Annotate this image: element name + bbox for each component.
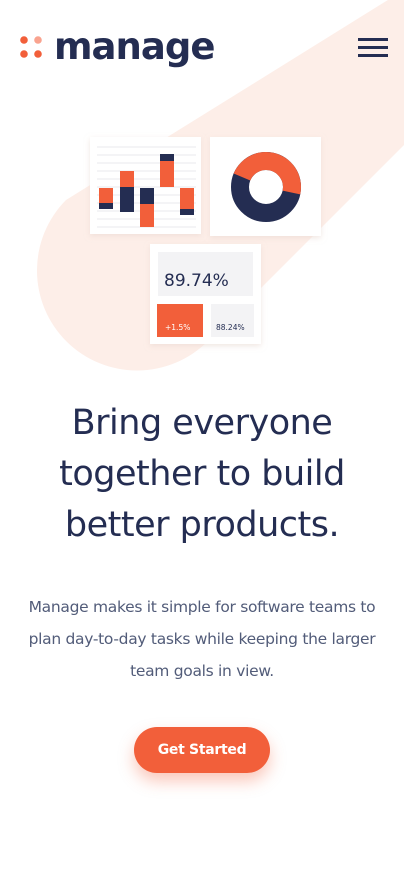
bar-chart-card	[90, 137, 201, 234]
hero-section: Bring everyone together to build better …	[0, 398, 404, 773]
chart-bar	[120, 187, 134, 212]
hero-headline: Bring everyone together to build better …	[59, 403, 345, 545]
stat-badge-secondary: 88.24%	[216, 323, 245, 332]
chart-bar	[160, 154, 174, 161]
logo-wordmark: manage	[54, 24, 215, 68]
chart-bar	[160, 161, 174, 187]
site-header: manage	[20, 28, 390, 68]
chart-bar	[140, 204, 154, 227]
stat-badge-change: +1.5%	[165, 323, 190, 332]
chart-bar	[99, 203, 113, 209]
chart-bar	[120, 171, 134, 187]
stat-card: 89.74% +1.5% 88.24%	[150, 244, 261, 344]
hero-illustration: 89.74% +1.5% 88.24%	[90, 137, 321, 344]
donut-chart-card	[210, 137, 321, 236]
menu-line	[358, 54, 388, 57]
chart-bar	[99, 188, 113, 203]
landing-page: manage 89.74% +1.5% 88.24% Bring everyon…	[0, 0, 404, 896]
hero-description: Manage makes it simple for software team…	[28, 598, 376, 680]
chart-bar	[180, 209, 194, 215]
menu-line	[358, 38, 388, 41]
menu-line	[358, 46, 388, 49]
logo-dots-icon	[20, 36, 42, 58]
stat-value: 89.74%	[164, 271, 229, 291]
chart-bar	[180, 188, 194, 209]
chart-bar	[140, 188, 154, 204]
get-started-button[interactable]: Get Started	[134, 727, 270, 773]
logo[interactable]: manage	[20, 24, 215, 68]
hamburger-menu-icon[interactable]	[358, 36, 390, 60]
